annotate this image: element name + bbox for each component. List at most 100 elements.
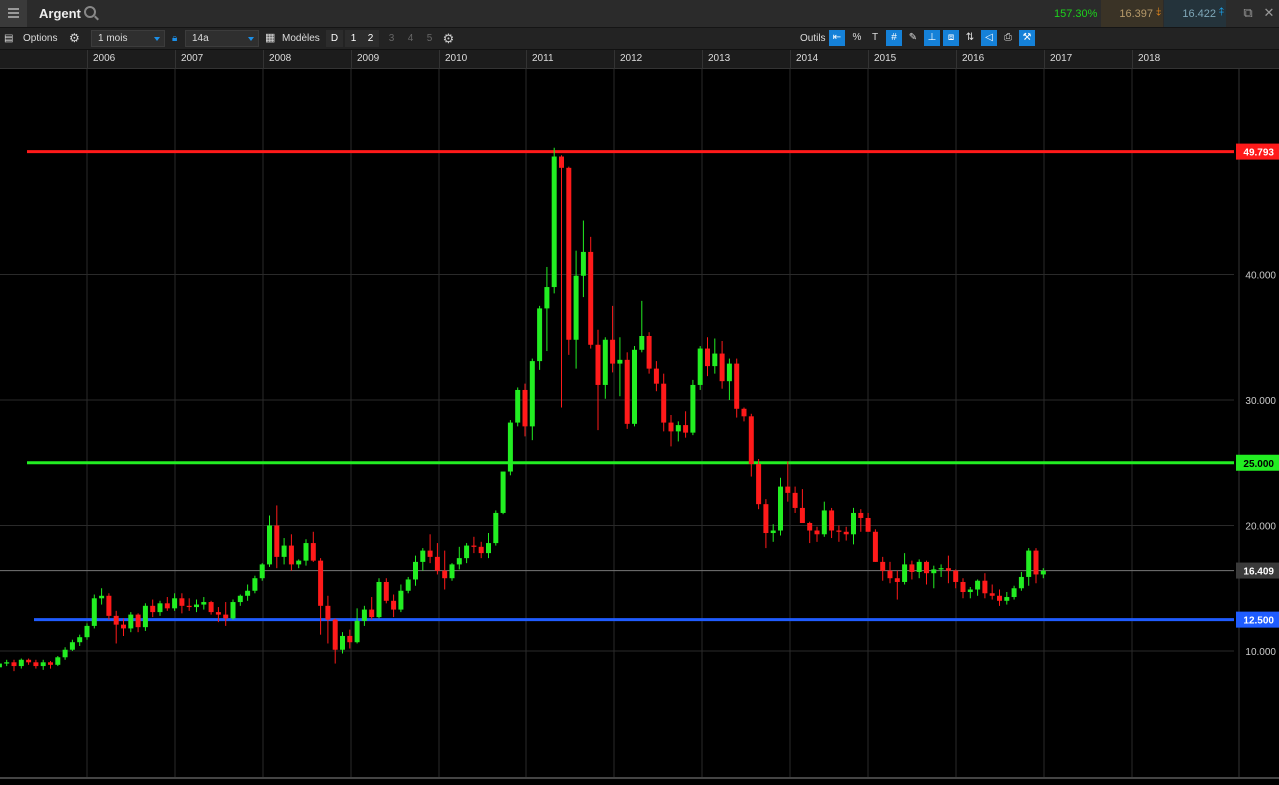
- support-price-label: 12.500: [1243, 616, 1274, 627]
- candle-body: [661, 383, 667, 423]
- period-button-4[interactable]: 4: [402, 30, 419, 47]
- candle-body: [369, 609, 375, 618]
- year-tick-label: 2012: [620, 53, 643, 64]
- candle-body: [405, 579, 411, 591]
- year-tick-label: 2008: [269, 53, 292, 64]
- candle-body: [26, 659, 32, 663]
- candle-body: [799, 507, 805, 523]
- menu-button[interactable]: [0, 0, 27, 27]
- config-tools-icon[interactable]: ⚒: [1019, 30, 1035, 46]
- candle-body: [829, 510, 835, 531]
- candle-body: [303, 543, 309, 561]
- candle-body: [953, 570, 959, 582]
- candle-body: [617, 359, 623, 364]
- print-icon[interactable]: ⎙: [1000, 30, 1016, 46]
- year-tick-label: 2011: [532, 53, 554, 64]
- candle-body: [194, 604, 199, 608]
- draw-pen-icon[interactable]: ✎: [905, 30, 921, 46]
- tools-label: Outils: [800, 33, 826, 44]
- text-tool-icon[interactable]: T: [867, 30, 883, 46]
- hamburger-icon: [8, 8, 19, 10]
- down-arrow-icon: ⤈: [1156, 6, 1161, 18]
- candle-body: [391, 600, 397, 610]
- candle-body: [245, 590, 251, 596]
- candle-body: [924, 561, 929, 574]
- candle-body: [537, 308, 543, 362]
- settings-gear-icon[interactable]: ⚙: [69, 28, 80, 49]
- candle-body: [588, 251, 594, 345]
- candle-body: [237, 595, 243, 603]
- year-separator: [702, 50, 703, 68]
- indicators-icon[interactable]: ⇅: [962, 30, 978, 46]
- candle-body: [340, 635, 345, 650]
- candle-body: [909, 564, 915, 572]
- buy-price-button[interactable]: 16.422 ⤉: [1164, 0, 1226, 27]
- period-button-3[interactable]: 3: [383, 30, 400, 47]
- chart-settings-gear-icon[interactable]: ⚙: [440, 30, 457, 47]
- candle-body: [186, 605, 192, 608]
- sell-price: 16.397: [1119, 8, 1153, 20]
- candle-body: [325, 605, 331, 620]
- candle-body: [33, 662, 39, 667]
- candle-body: [142, 605, 148, 628]
- candle-body: [967, 589, 973, 593]
- candlestick-icon[interactable]: ⊥: [924, 30, 940, 46]
- chevron-down-icon: [154, 37, 160, 41]
- lock-icon[interactable]: 🔒︎: [172, 28, 177, 49]
- year-tick-label: 2016: [962, 53, 985, 64]
- period-button-2[interactable]: 2: [362, 30, 379, 47]
- candle-body: [544, 287, 550, 309]
- candle-body: [836, 530, 842, 532]
- interval-select[interactable]: 1 mois: [91, 30, 165, 47]
- candle-body: [697, 348, 703, 385]
- year-tick-label: 2006: [93, 53, 116, 64]
- price-chart[interactable]: 10.000 20.000 30.000 40.000 49.793 25.000 12.5…: [0, 69, 1279, 785]
- up-arrow-icon: ⤉: [1219, 6, 1224, 18]
- candle-body: [865, 517, 871, 532]
- label-tag-icon[interactable]: ◁: [981, 30, 997, 46]
- candle-body: [62, 649, 68, 658]
- candle-body: [566, 167, 572, 340]
- candle-body: [464, 545, 470, 559]
- candle-body: [128, 614, 134, 629]
- year-tick-label: 2007: [181, 53, 204, 64]
- candle-body: [902, 564, 908, 582]
- sell-price-button[interactable]: 16.397 ⤈: [1101, 0, 1163, 27]
- candle-body: [478, 546, 484, 554]
- search-icon[interactable]: [84, 6, 96, 18]
- candle-body: [208, 602, 214, 613]
- year-separator: [790, 50, 791, 68]
- y-tick-label: 30.000: [1245, 396, 1276, 407]
- candle-body: [471, 545, 477, 547]
- close-icon[interactable]: ✕: [1260, 4, 1278, 22]
- detach-window-icon[interactable]: ⧉: [1239, 4, 1257, 22]
- year-separator: [87, 50, 88, 68]
- instrument-title[interactable]: Argent: [39, 6, 81, 21]
- bars-icon[interactable]: ⧈: [943, 30, 959, 46]
- candle-body: [770, 530, 776, 534]
- period-button-5[interactable]: 5: [421, 30, 438, 47]
- candle-body: [580, 251, 586, 276]
- calendar-icon[interactable]: ▦: [265, 28, 275, 49]
- candle-body: [624, 359, 630, 424]
- candle-body: [602, 339, 608, 385]
- period-button-1[interactable]: 1: [345, 30, 362, 47]
- grid-tool-icon[interactable]: #: [886, 30, 902, 46]
- candle-body: [274, 525, 280, 557]
- candle-body: [989, 593, 995, 596]
- candle-body: [858, 512, 864, 518]
- crosshair-tool-icon[interactable]: ⇤: [829, 30, 845, 46]
- options-list-icon[interactable]: ▤: [4, 28, 13, 49]
- candle-body: [894, 578, 900, 582]
- candle-body: [1004, 597, 1010, 601]
- candle-body: [1040, 570, 1046, 575]
- candle-body: [843, 531, 849, 535]
- candle-body: [55, 657, 61, 665]
- candle-body: [310, 543, 316, 561]
- candle-body: [354, 620, 360, 643]
- range-select[interactable]: 14a: [185, 30, 259, 47]
- percent-tool-icon[interactable]: %: [849, 30, 865, 46]
- options-button[interactable]: Options: [23, 28, 57, 49]
- period-button-d[interactable]: D: [326, 30, 343, 47]
- models-button[interactable]: Modèles: [282, 28, 320, 49]
